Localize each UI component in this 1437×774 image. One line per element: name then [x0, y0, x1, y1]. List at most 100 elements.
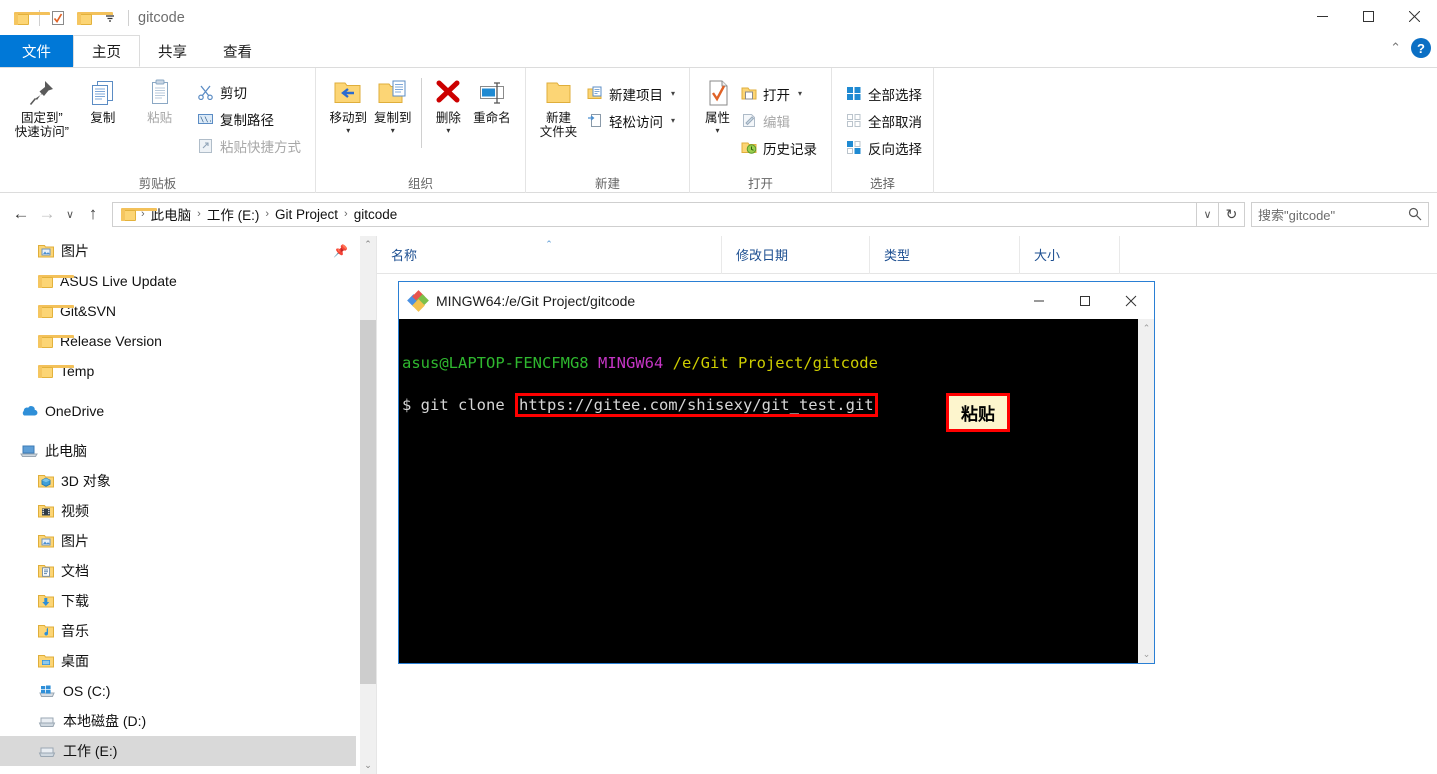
nav-item-downloads[interactable]: 下载 — [0, 586, 356, 616]
paste-button[interactable]: 粘贴 — [132, 74, 187, 125]
breadcrumb-item-git-project[interactable]: Git Project — [270, 207, 343, 222]
search-box[interactable]: 搜索"gitcode" — [1251, 201, 1429, 227]
copy-to-button[interactable]: 复制到 ▾ — [370, 74, 414, 135]
minimize-button[interactable] — [1299, 0, 1345, 32]
nav-item-pictures[interactable]: 图片 — [0, 526, 356, 556]
pin-to-quick-access-button[interactable]: 固定到” 快速访问” — [10, 74, 74, 139]
easy-access-caret-icon[interactable]: ▾ — [671, 116, 675, 125]
invert-selection-button[interactable]: 反向选择 — [842, 136, 926, 159]
up-button[interactable]: ↑ — [80, 201, 106, 227]
scroll-down-button[interactable]: ⌄ — [360, 757, 376, 774]
copy-path-button[interactable]: \\.. 复制路径 — [193, 107, 305, 130]
address-dropdown-icon[interactable]: ∨ — [1197, 201, 1219, 227]
column-label: 修改日期 — [736, 248, 789, 263]
terminal-title-bar[interactable]: MINGW64:/e/Git Project/gitcode — [399, 282, 1154, 319]
properties-icon[interactable] — [45, 5, 71, 31]
divider — [420, 78, 422, 148]
ribbon-group-title-open: 打开 — [747, 176, 773, 191]
select-none-label: 全部取消 — [868, 114, 922, 130]
delete-caret-icon[interactable]: ▾ — [446, 127, 450, 135]
terminal-minimize-button[interactable] — [1016, 283, 1062, 319]
new-folder-icon — [546, 82, 571, 103]
close-button[interactable] — [1391, 0, 1437, 32]
move-to-caret-icon[interactable]: ▾ — [346, 127, 350, 135]
terminal-scroll-up-button[interactable]: ⌃ — [1138, 319, 1155, 337]
paste-shortcut-button[interactable]: 粘贴快捷方式 — [193, 134, 305, 157]
terminal-close-button[interactable] — [1108, 283, 1154, 319]
breadcrumb-item-work-e[interactable]: 工作 (E:) — [202, 204, 265, 224]
sort-ascending-icon: ⌃ — [545, 238, 553, 249]
ribbon-group-organize: 移动到 ▾ 复制到 ▾ 删除 ▾ 重命名 组织 — [316, 68, 526, 193]
scrollbar-thumb[interactable] — [360, 320, 376, 684]
recent-locations-icon[interactable]: ∨ — [60, 201, 80, 227]
open-button[interactable]: 打开 ▾ — [737, 82, 821, 105]
tab-view[interactable]: 查看 — [205, 35, 270, 67]
refresh-button[interactable]: ↻ — [1219, 201, 1245, 227]
forward-button[interactable]: → — [34, 201, 60, 227]
scissors-icon — [198, 85, 213, 100]
new-folder-button[interactable]: 新建 文件夹 — [536, 74, 581, 139]
nav-item-temp[interactable]: Temp — [0, 356, 356, 386]
git-bash-window[interactable]: MINGW64:/e/Git Project/gitcode asus@LAPT… — [398, 281, 1155, 664]
nav-item-asus-live-update[interactable]: ASUS Live Update — [0, 266, 356, 296]
search-input[interactable]: 搜索"gitcode" — [1258, 205, 1408, 224]
select-all-button[interactable]: 全部选择 — [842, 82, 926, 105]
breadcrumb[interactable]: › 此电脑 › 工作 (E:) › Git Project › gitcode — [112, 201, 1197, 227]
move-to-button[interactable]: 移动到 ▾ — [326, 74, 370, 135]
nav-item-this-pc[interactable]: 此电脑 — [0, 436, 356, 466]
nav-item-work-e[interactable]: 工作 (E:) — [0, 736, 356, 766]
nav-item-documents[interactable]: 文档 — [0, 556, 356, 586]
pin-icon[interactable]: 📌 — [333, 244, 348, 258]
terminal-body[interactable]: asus@LAPTOP-FENCFMG8 MINGW64 /e/Git Proj… — [399, 319, 1154, 663]
tab-file[interactable]: 文件 — [0, 35, 73, 67]
nav-item-onedrive[interactable]: OneDrive — [0, 396, 356, 426]
back-button[interactable]: ← — [8, 201, 34, 227]
new-item-caret-icon[interactable]: ▾ — [671, 89, 675, 98]
navigation-pane-scrollbar[interactable]: ⌃ ⌄ — [360, 236, 376, 774]
column-header-type[interactable]: 类型 — [870, 235, 1020, 274]
nav-item-music[interactable]: 音乐 — [0, 616, 356, 646]
tab-home[interactable]: 主页 — [73, 35, 140, 67]
terminal-output[interactable]: asus@LAPTOP-FENCFMG8 MINGW64 /e/Git Proj… — [399, 319, 1137, 663]
folder-icon[interactable] — [8, 5, 50, 31]
open-caret-icon[interactable]: ▾ — [798, 89, 802, 98]
collapse-ribbon-icon[interactable]: ⌃ — [1390, 40, 1401, 56]
select-none-button[interactable]: 全部取消 — [842, 109, 926, 132]
maximize-button[interactable] — [1345, 0, 1391, 32]
help-button[interactable]: ? — [1411, 38, 1431, 58]
rename-button[interactable]: 重命名 — [469, 74, 515, 125]
tab-share[interactable]: 共享 — [140, 35, 205, 67]
edit-label: 编辑 — [763, 114, 790, 130]
nav-item-os-c[interactable]: OS (C:) — [0, 676, 356, 706]
delete-button[interactable]: 删除 ▾ — [428, 74, 469, 135]
easy-access-button[interactable]: 轻松访问 ▾ — [583, 109, 679, 132]
nav-item-desktop[interactable]: 桌面 — [0, 646, 356, 676]
edit-button[interactable]: 编辑 — [737, 109, 821, 132]
copy-button[interactable]: 复制 — [76, 74, 131, 125]
history-button[interactable]: 历史记录 — [737, 136, 821, 159]
terminal-scroll-down-button[interactable]: ⌄ — [1138, 645, 1155, 663]
column-header-date-modified[interactable]: 修改日期 — [722, 235, 870, 274]
column-header-size[interactable]: 大小 — [1020, 235, 1120, 274]
nav-item-3d-objects[interactable]: 3D 对象 — [0, 466, 356, 496]
nav-item-release-version[interactable]: Release Version — [0, 326, 356, 356]
quick-access-more-dropdown-icon[interactable] — [97, 5, 123, 31]
properties-caret-icon[interactable]: ▾ — [715, 127, 719, 135]
cut-button[interactable]: 剪切 — [193, 80, 305, 103]
new-folder-icon[interactable] — [71, 5, 113, 31]
copy-to-caret-icon[interactable]: ▾ — [391, 127, 395, 135]
nav-item-local-disk-d[interactable]: 本地磁盘 (D:) — [0, 706, 356, 736]
terminal-maximize-button[interactable] — [1062, 283, 1108, 319]
breadcrumb-item-gitcode[interactable]: gitcode — [349, 207, 403, 222]
window-controls — [1299, 0, 1437, 32]
scroll-up-button[interactable]: ⌃ — [360, 236, 376, 253]
nav-item-pictures-quick[interactable]: 图片 📌 — [0, 236, 356, 266]
terminal-line-prompt: asus@LAPTOP-FENCFMG8 MINGW64 /e/Git Proj… — [402, 353, 1137, 374]
nav-item-videos[interactable]: 视频 — [0, 496, 356, 526]
properties-button[interactable]: 属性 ▾ — [700, 74, 735, 135]
new-item-button[interactable]: 新建项目 ▾ — [583, 82, 679, 105]
search-icon[interactable] — [1408, 207, 1422, 221]
column-header-name[interactable]: ⌃ 名称 — [377, 235, 722, 274]
terminal-scrollbar[interactable]: ⌃ ⌄ — [1137, 319, 1154, 663]
nav-item-git-svn[interactable]: Git&SVN — [0, 296, 356, 326]
